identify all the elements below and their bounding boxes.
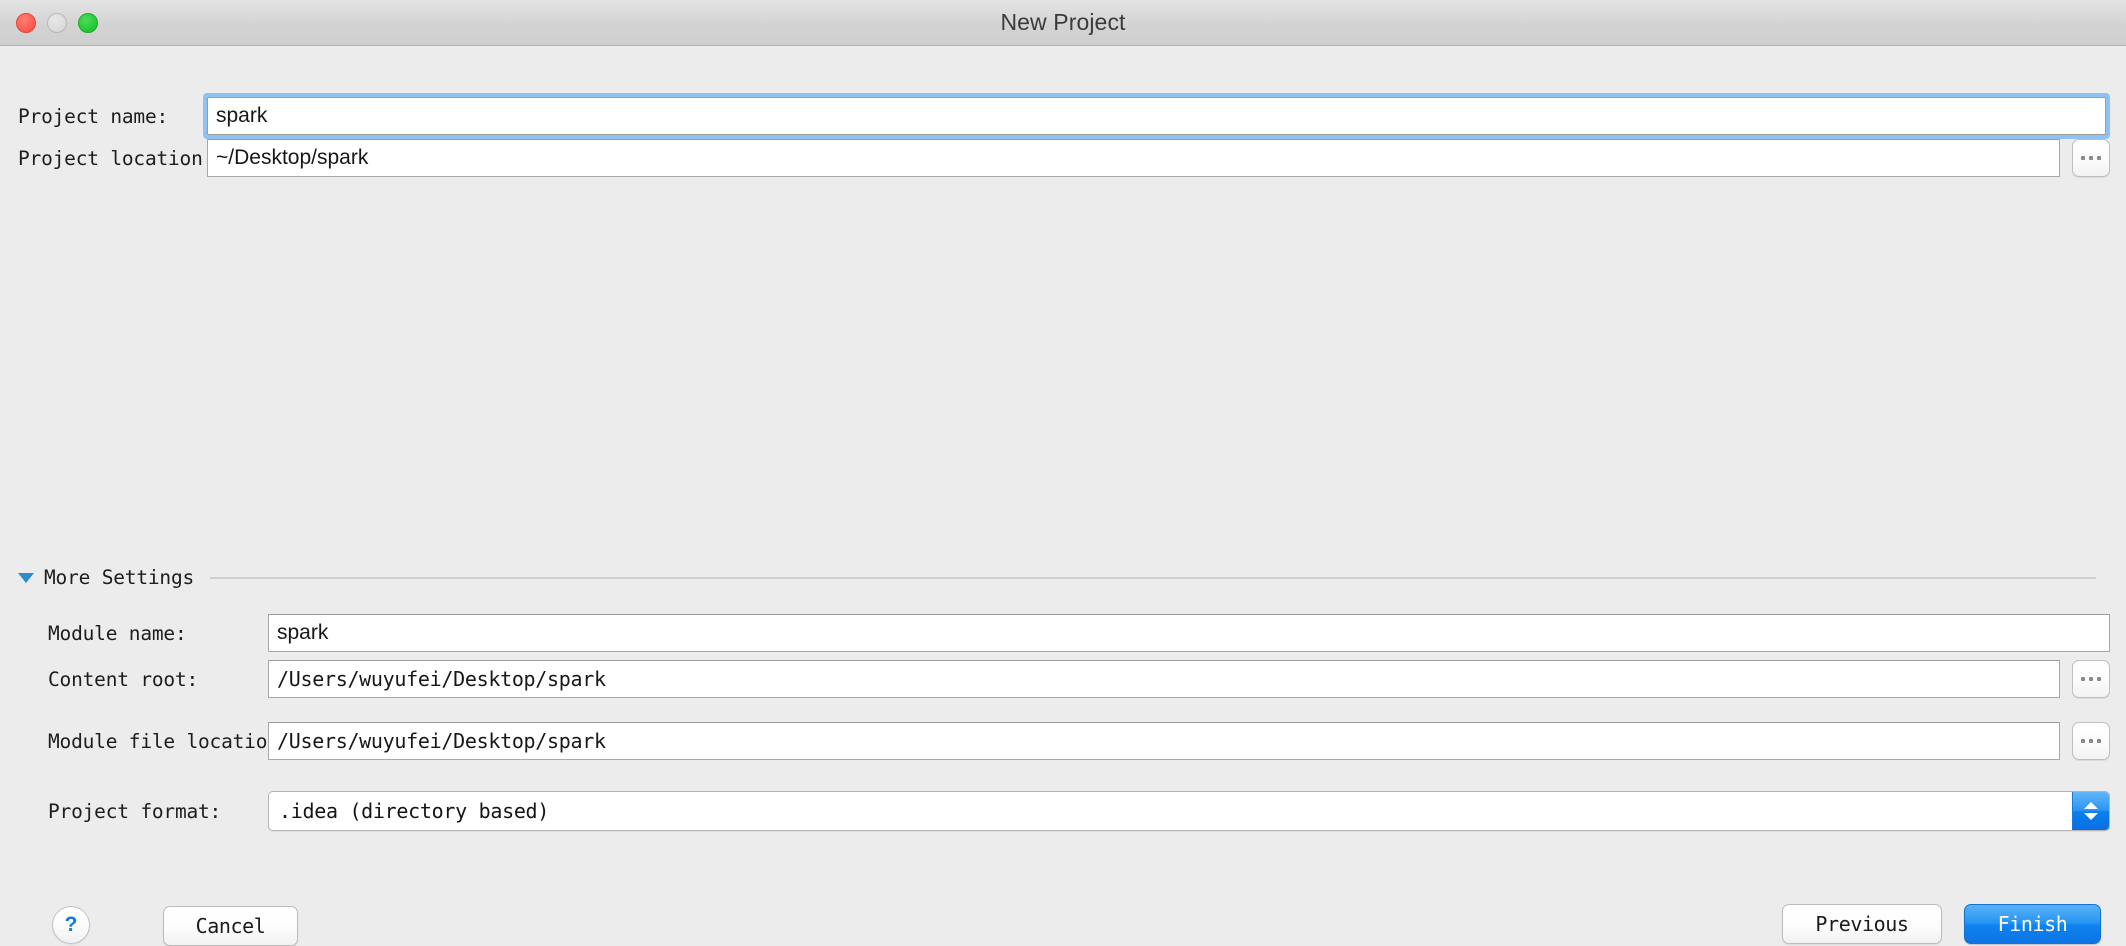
project-location-input[interactable]: ~/Desktop/spark [207,139,2060,177]
window-title: New Project [1000,9,1125,36]
project-name-label: Project name: [18,105,198,128]
module-file-location-row: Module file location: /Users/wuyufei/Des… [48,721,2110,761]
project-format-row: Project format: .idea (directory based) [48,789,2110,833]
project-location-browse-button[interactable] [2072,139,2110,177]
ellipsis-dot-icon [2089,739,2093,743]
close-window-icon[interactable] [16,13,36,33]
content-root-label: Content root: [48,668,268,691]
more-settings-header[interactable]: More Settings [18,564,2096,590]
project-format-label: Project format: [48,800,268,823]
maximize-window-icon[interactable] [78,13,98,33]
ellipsis-dot-icon [2089,677,2093,681]
ellipsis-dot-icon [2097,156,2101,160]
cancel-button[interactable]: Cancel [163,906,298,946]
chevron-down-icon [2084,813,2098,820]
traffic-lights [16,13,98,33]
finish-button[interactable]: Finish [1964,904,2101,944]
ellipsis-dot-icon [2089,156,2093,160]
help-button[interactable]: ? [52,906,90,944]
dialog-body: Project name: spark Project location: ~/… [0,46,2126,922]
content-root-input[interactable]: /Users/wuyufei/Desktop/spark [268,660,2060,698]
project-format-select[interactable]: .idea (directory based) [268,791,2110,831]
project-format-stepper[interactable] [2072,792,2109,830]
chevron-up-icon [2084,802,2098,809]
window-titlebar: New Project [0,0,2126,46]
module-name-label: Module name: [48,622,268,645]
module-name-input[interactable]: spark [268,614,2110,652]
ellipsis-dot-icon [2081,677,2085,681]
more-settings-label: More Settings [44,566,194,589]
minimize-window-icon[interactable] [47,13,67,33]
ellipsis-dot-icon [2097,739,2101,743]
content-root-browse-button[interactable] [2072,660,2110,698]
module-file-location-input[interactable]: /Users/wuyufei/Desktop/spark [268,722,2060,760]
project-format-selected-value: .idea (directory based) [269,792,2072,830]
project-name-row: Project name: spark [18,93,2110,139]
new-project-dialog: New Project Project name: spark Project … [0,0,2126,922]
project-location-row: Project location: ~/Desktop/spark [18,138,2110,178]
ellipsis-dot-icon [2081,156,2085,160]
project-name-focus-ring: spark [203,93,2110,139]
project-name-input[interactable]: spark [207,97,2106,135]
module-name-row: Module name: spark [48,613,2110,653]
project-location-label: Project location: [18,147,198,170]
ellipsis-dot-icon [2097,677,2101,681]
previous-button[interactable]: Previous [1782,904,1942,944]
section-divider [210,577,2096,579]
module-file-location-browse-button[interactable] [2072,722,2110,760]
chevron-down-icon[interactable] [18,573,34,583]
ellipsis-dot-icon [2081,739,2085,743]
module-file-location-label: Module file location: [48,730,268,753]
content-root-row: Content root: /Users/wuyufei/Desktop/spa… [48,659,2110,699]
